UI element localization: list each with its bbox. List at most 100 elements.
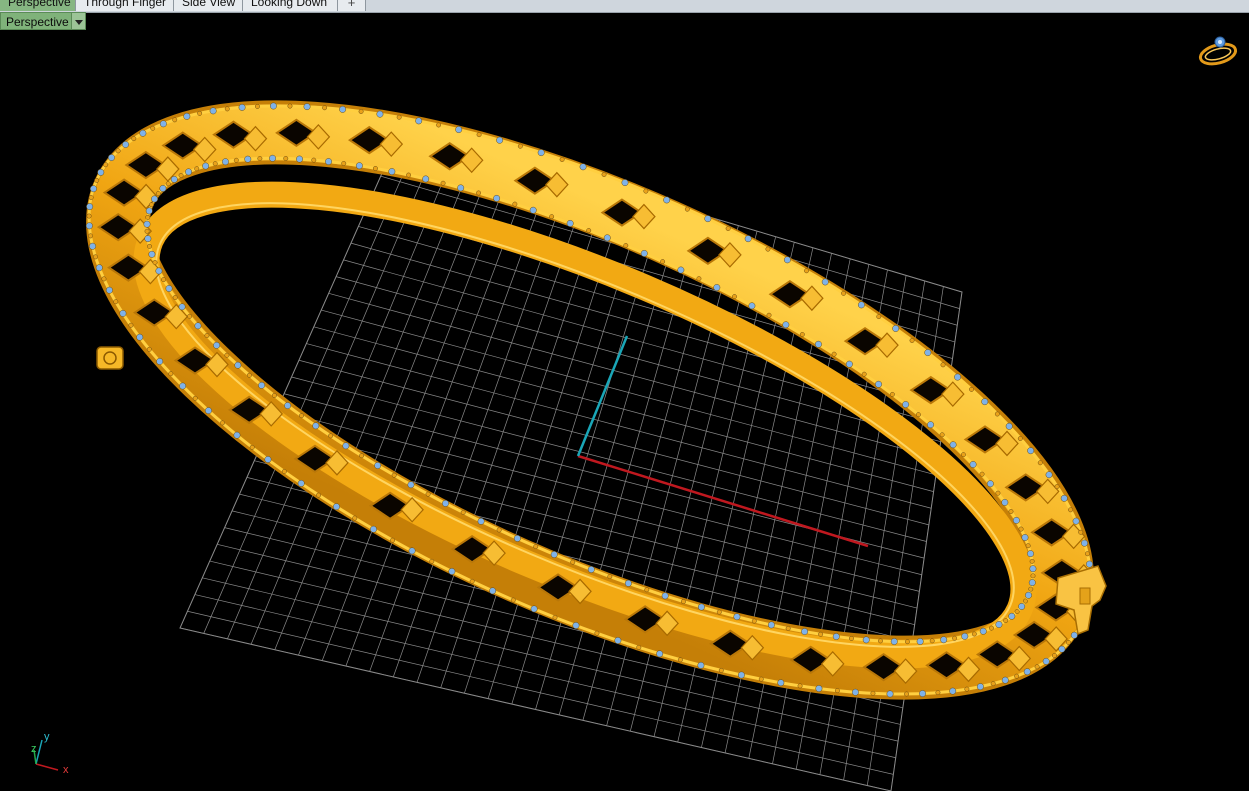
pave-gem bbox=[892, 325, 900, 332]
bead bbox=[718, 667, 724, 673]
pave-gem bbox=[579, 163, 587, 171]
pave-gem bbox=[333, 503, 340, 511]
bead bbox=[971, 631, 977, 637]
pave-gem bbox=[981, 398, 989, 406]
pave-gem bbox=[801, 628, 809, 636]
pave-gem bbox=[986, 480, 994, 488]
z-axis-label: z bbox=[31, 743, 37, 755]
pave-gem bbox=[136, 333, 144, 341]
viewport-canvas[interactable] bbox=[0, 0, 1249, 791]
bead bbox=[115, 148, 121, 154]
pave-gem bbox=[1012, 516, 1020, 524]
pave-gem bbox=[269, 154, 276, 162]
pave-gem bbox=[477, 517, 485, 525]
pave-gem bbox=[159, 184, 167, 192]
bead bbox=[831, 351, 837, 357]
bead bbox=[1003, 618, 1009, 624]
bead bbox=[905, 639, 910, 645]
pave-gem bbox=[185, 168, 193, 176]
bead bbox=[299, 413, 304, 419]
pave-gem bbox=[815, 685, 823, 692]
pave-gem bbox=[183, 112, 191, 120]
bead bbox=[766, 312, 772, 318]
pave-gem bbox=[448, 568, 456, 575]
bead bbox=[1084, 551, 1090, 557]
bead bbox=[144, 228, 150, 234]
bead bbox=[643, 188, 649, 194]
pave-gem bbox=[221, 158, 229, 166]
pave-gem bbox=[407, 481, 415, 489]
bead bbox=[909, 338, 915, 343]
bead bbox=[725, 226, 731, 231]
pave-gem bbox=[1008, 612, 1016, 620]
bead bbox=[1014, 609, 1020, 615]
pave-gem bbox=[105, 286, 113, 294]
bead bbox=[372, 165, 378, 171]
bead bbox=[212, 161, 218, 167]
pave-gem bbox=[97, 168, 105, 176]
pave-gem bbox=[697, 603, 705, 611]
pave-gem bbox=[374, 462, 382, 469]
bead bbox=[533, 544, 539, 550]
pave-gem bbox=[927, 421, 935, 429]
pave-gem bbox=[178, 303, 186, 311]
bead bbox=[429, 558, 435, 564]
bead bbox=[990, 681, 996, 687]
pave-gem bbox=[489, 587, 497, 595]
pave-gem bbox=[297, 479, 305, 487]
bead bbox=[765, 246, 771, 252]
bead bbox=[889, 391, 895, 397]
bead bbox=[359, 453, 365, 459]
bead bbox=[219, 420, 225, 426]
bead bbox=[995, 490, 1001, 496]
bead bbox=[915, 412, 921, 418]
bead bbox=[684, 206, 690, 212]
x-axis-line bbox=[577, 454, 869, 548]
pave-gem bbox=[148, 250, 156, 258]
bead bbox=[406, 172, 412, 178]
pave-gem bbox=[455, 126, 463, 134]
bangle-model[interactable] bbox=[10, 0, 1171, 791]
bead bbox=[178, 173, 184, 178]
pave-gem bbox=[1028, 579, 1036, 587]
bead bbox=[680, 599, 686, 605]
pave-gem bbox=[744, 235, 752, 243]
pave-gem bbox=[415, 117, 423, 125]
bead bbox=[152, 260, 158, 265]
pave-gem bbox=[572, 622, 580, 629]
bead bbox=[341, 161, 347, 166]
pave-gem bbox=[713, 284, 721, 291]
pave-gem bbox=[165, 285, 173, 292]
bead bbox=[93, 254, 98, 260]
bead bbox=[113, 299, 119, 305]
pave-gem bbox=[954, 373, 962, 381]
bead bbox=[797, 683, 803, 689]
bead bbox=[469, 578, 475, 584]
bead bbox=[799, 332, 805, 337]
pave-gem bbox=[1018, 603, 1026, 610]
bead bbox=[271, 393, 277, 398]
bead bbox=[194, 166, 200, 172]
bead bbox=[660, 259, 666, 265]
navigation-cube-icon[interactable] bbox=[1196, 30, 1240, 70]
bead bbox=[224, 106, 230, 112]
pave-gem bbox=[614, 637, 622, 644]
bead bbox=[88, 195, 94, 200]
bead bbox=[988, 625, 994, 631]
pave-gem bbox=[890, 638, 898, 645]
bead bbox=[849, 635, 854, 641]
bead bbox=[1028, 586, 1034, 592]
pave-gem bbox=[1027, 550, 1034, 558]
bead bbox=[255, 103, 260, 109]
pave-gem bbox=[122, 141, 130, 148]
pave-gem bbox=[1005, 422, 1013, 430]
bead bbox=[552, 614, 558, 620]
pave-gem bbox=[566, 219, 574, 227]
bead bbox=[644, 587, 650, 593]
bead bbox=[316, 492, 322, 498]
bead bbox=[818, 631, 824, 637]
bead bbox=[549, 214, 555, 220]
bead bbox=[904, 691, 910, 697]
pave-gem bbox=[513, 534, 521, 542]
pave-gem bbox=[179, 382, 187, 390]
